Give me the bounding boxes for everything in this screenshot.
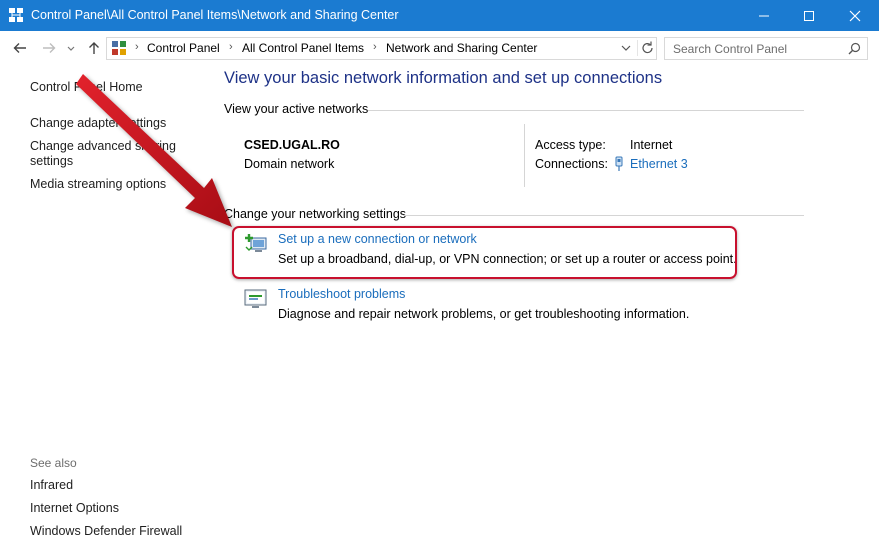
forward-arrow-icon[interactable] — [41, 40, 57, 56]
sidebar-item-control-panel-home[interactable]: Control Panel Home — [30, 80, 143, 94]
troubleshoot-description: Diagnose and repair network problems, or… — [278, 307, 690, 321]
breadcrumb-separator[interactable]: › — [135, 41, 139, 53]
control-panel-icon — [112, 41, 126, 55]
breadcrumb-separator[interactable]: › — [373, 41, 377, 53]
search-input[interactable] — [665, 38, 843, 59]
refresh-icon[interactable] — [637, 40, 655, 56]
close-button[interactable] — [832, 0, 878, 31]
access-type-value: Internet — [630, 138, 673, 152]
maximize-icon — [804, 11, 814, 21]
back-arrow-icon[interactable] — [12, 40, 28, 56]
title-bar: Control Panel\All Control Panel Items\Ne… — [0, 0, 879, 31]
see-also-internet-options[interactable]: Internet Options — [30, 501, 119, 515]
see-also-infrared[interactable]: Infrared — [30, 478, 73, 492]
breadcrumb-separator[interactable]: › — [229, 41, 233, 53]
breadcrumb-network-center[interactable]: Network and Sharing Center — [386, 41, 537, 55]
change-settings-heading: Change your networking settings — [224, 207, 407, 221]
sidebar-item-media-streaming[interactable]: Media streaming options — [30, 177, 166, 191]
see-also-firewall[interactable]: Windows Defender Firewall — [30, 524, 182, 538]
minimize-icon — [759, 15, 769, 17]
address-bar[interactable]: › Control Panel › All Control Panel Item… — [106, 37, 657, 60]
search-icon[interactable] — [848, 42, 861, 55]
network-name: CSED.UGAL.RO — [244, 138, 340, 152]
page-title: View your basic network information and … — [224, 69, 663, 87]
address-dropdown-icon[interactable] — [620, 43, 632, 53]
up-arrow-icon[interactable] — [86, 40, 102, 56]
troubleshoot-link[interactable]: Troubleshoot problems — [278, 287, 405, 301]
ethernet-connection-link[interactable]: Ethernet 3 — [630, 157, 688, 171]
chevron-down-icon[interactable] — [66, 40, 76, 56]
breadcrumb-all-items[interactable]: All Control Panel Items — [242, 41, 364, 55]
close-icon — [849, 10, 861, 22]
access-type-label: Access type: — [535, 138, 606, 152]
sidebar-item-advanced-sharing[interactable]: Change advanced sharing settings — [30, 139, 180, 169]
see-also-label: See also — [30, 456, 77, 470]
network-center-icon — [9, 8, 23, 22]
breadcrumb-control-panel[interactable]: Control Panel — [147, 41, 220, 55]
divider — [368, 110, 804, 111]
divider — [403, 215, 804, 216]
active-networks-heading: View your active networks — [224, 102, 369, 116]
highlight-frame — [232, 226, 737, 279]
search-box[interactable] — [664, 37, 868, 60]
vertical-divider — [524, 124, 525, 187]
ethernet-icon — [615, 156, 623, 171]
window-title: Control Panel\All Control Panel Items\Ne… — [31, 8, 399, 22]
minimize-button[interactable] — [741, 0, 787, 31]
sidebar-item-adapter-settings[interactable]: Change adapter settings — [30, 116, 166, 130]
connections-label: Connections: — [535, 157, 608, 171]
maximize-button[interactable] — [786, 0, 832, 31]
troubleshoot-icon — [244, 289, 267, 308]
address-row: › Control Panel › All Control Panel Item… — [0, 31, 879, 64]
network-type: Domain network — [244, 157, 335, 171]
